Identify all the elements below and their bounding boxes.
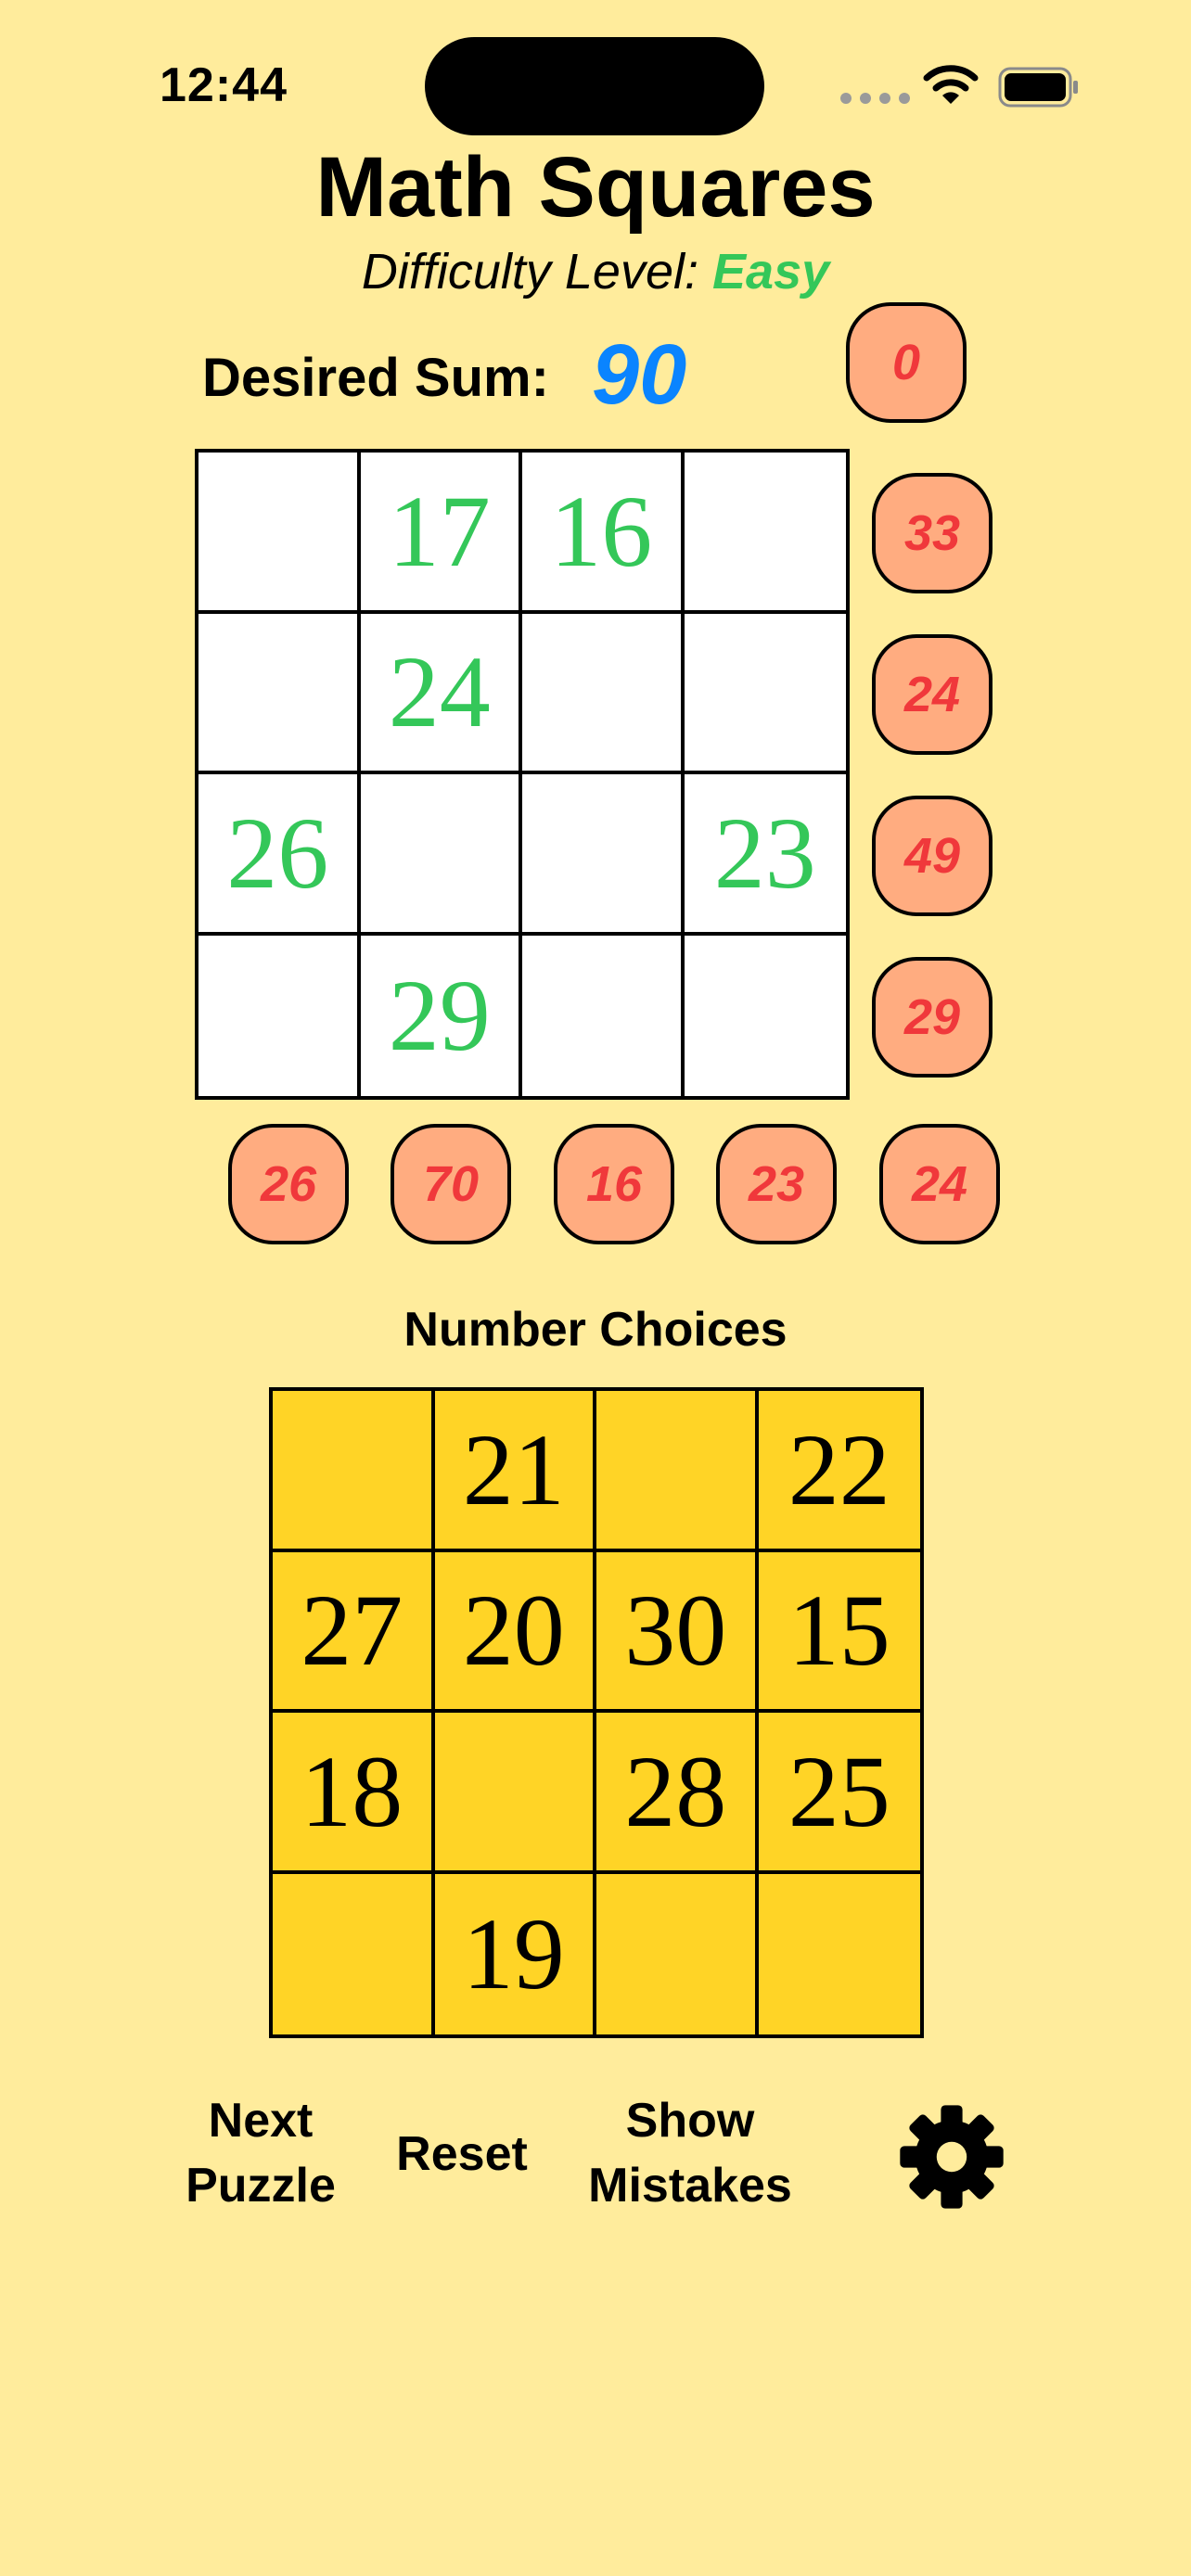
diagonal-sum-bubble: 0	[846, 302, 967, 423]
choice-cell[interactable]: 27	[273, 1551, 435, 1713]
desired-sum-value: 90	[592, 327, 687, 422]
difficulty-value: Easy	[712, 244, 830, 300]
puzzle-cell[interactable]	[198, 935, 361, 1096]
dynamic-island	[425, 37, 764, 135]
column-sum-bubble-2: 70	[391, 1124, 511, 1244]
row-sum-bubble-4: 29	[872, 957, 992, 1078]
choice-cell[interactable]	[273, 1873, 435, 2034]
puzzle-grid: 17 16 24 26 23 29	[195, 449, 850, 1100]
number-choices-title: Number Choices	[403, 1303, 788, 1357]
number-choices-grid: 21 22 27 20 30 15 18 28 25 19	[269, 1387, 924, 2038]
puzzle-cell[interactable]	[684, 614, 846, 774]
puzzle-cell[interactable]	[198, 613, 361, 774]
choice-cell[interactable]: 20	[434, 1551, 596, 1713]
show-mistakes-label-line1: Show	[625, 2094, 755, 2148]
wifi-icon	[923, 65, 979, 104]
choice-cell[interactable]: 30	[596, 1551, 759, 1713]
choice-cell[interactable]: 18	[273, 1713, 435, 1874]
choice-cell[interactable]	[434, 1713, 596, 1874]
show-mistakes-label-line2: Mistakes	[588, 2159, 792, 2213]
gear-icon[interactable]	[898, 2103, 1005, 2211]
choice-cell[interactable]: 28	[596, 1713, 759, 1874]
signal-icon	[840, 93, 910, 104]
choice-cell[interactable]: 21	[434, 1391, 596, 1552]
column-sum-bubble-4: 23	[716, 1124, 837, 1244]
choice-cell[interactable]: 22	[758, 1391, 920, 1552]
column-sum-bubble-1: 26	[228, 1124, 349, 1244]
show-mistakes-button[interactable]: Show Mistakes	[571, 2088, 809, 2218]
desired-sum-label: Desired Sum:	[202, 348, 549, 408]
choice-cell[interactable]	[273, 1391, 435, 1552]
choice-cell[interactable]	[596, 1391, 759, 1552]
battery-icon	[998, 67, 1078, 108]
column-sum-bubble-5: 24	[879, 1124, 1000, 1244]
puzzle-cell[interactable]: 24	[360, 613, 522, 774]
puzzle-cell[interactable]	[522, 613, 685, 774]
puzzle-cell[interactable]	[684, 453, 846, 614]
choice-cell[interactable]: 15	[758, 1552, 920, 1713]
puzzle-cell[interactable]: 16	[522, 453, 685, 614]
puzzle-cell[interactable]	[685, 936, 847, 1097]
puzzle-cell[interactable]	[198, 453, 361, 614]
difficulty-line: Difficulty Level: Easy	[0, 243, 1191, 300]
choice-cell[interactable]: 25	[758, 1713, 920, 1874]
row-sum-bubble-2: 24	[872, 634, 992, 755]
puzzle-cell[interactable]: 17	[360, 453, 522, 614]
difficulty-label: Difficulty Level:	[361, 244, 698, 300]
puzzle-cell[interactable]	[522, 774, 685, 936]
puzzle-cell[interactable]: 29	[361, 935, 522, 1096]
reset-button[interactable]: Reset	[382, 2122, 542, 2187]
row-sum-bubble-1: 33	[872, 473, 992, 593]
column-sum-bubble-3: 16	[554, 1124, 674, 1244]
choice-cell[interactable]: 19	[435, 1873, 596, 2034]
next-puzzle-button[interactable]: Next Puzzle	[158, 2088, 364, 2218]
page-title: Math Squares	[315, 140, 876, 235]
puzzle-cell[interactable]: 26	[198, 774, 361, 936]
puzzle-cell[interactable]	[522, 935, 685, 1096]
puzzle-cell[interactable]: 23	[684, 774, 846, 936]
row-sum-bubble-3: 49	[872, 796, 992, 916]
choice-cell[interactable]	[596, 1873, 759, 2034]
choice-cell[interactable]	[759, 1874, 921, 2035]
next-puzzle-label-line2: Puzzle	[186, 2159, 336, 2213]
next-puzzle-label-line1: Next	[208, 2094, 314, 2148]
status-time: 12:44	[160, 58, 288, 112]
puzzle-cell[interactable]	[360, 774, 522, 936]
